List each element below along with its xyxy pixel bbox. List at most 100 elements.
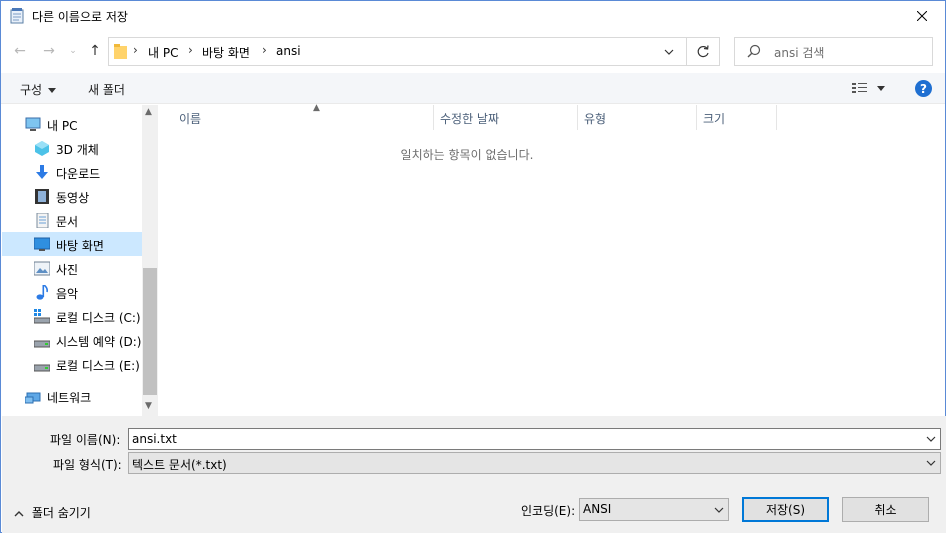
nav-item-label: 다운로드 (56, 167, 101, 181)
back-arrow-icon: ← (14, 43, 26, 59)
breadcrumb-ansi[interactable]: ansi (276, 44, 301, 58)
up-button[interactable]: ↑ (85, 41, 105, 61)
breadcrumb-desktop[interactable]: 바탕 화면 (202, 44, 250, 61)
view-details-icon[interactable] (851, 81, 869, 95)
refresh-button[interactable] (686, 38, 719, 65)
save-form: 파일 이름(N): ansi.txt 파일 형식(T): 텍스트 문서(*.tx… (2, 416, 946, 533)
filetype-label-text: 파일 형식(T): (53, 458, 122, 472)
filetype-select[interactable]: 텍스트 문서(*.txt) (128, 452, 941, 474)
nav-item-drive-c[interactable]: 로컬 디스크 (C:) (2, 304, 142, 328)
empty-message: 일치하는 항목이 없습니다. (400, 148, 534, 162)
nav-item-label: 로컬 디스크 (E:) (56, 359, 140, 373)
music-icon (36, 285, 48, 300)
nav-item-pictures[interactable]: 사진 (2, 256, 142, 280)
chevron-down-icon (664, 49, 674, 55)
nav-scrollbar[interactable]: ▲ ▼ (142, 105, 158, 416)
title-bar: 다른 이름으로 저장 (1, 1, 945, 31)
filename-field[interactable]: ansi.txt (128, 428, 941, 450)
encoding-label-text: 인코딩(E): (521, 504, 576, 518)
command-bar: 구성 새 폴더 (1, 73, 945, 104)
chevron-down-icon (926, 460, 936, 466)
filetype-label: 파일 형식(T): (53, 456, 122, 473)
nav-item-documents[interactable]: 문서 (2, 208, 142, 232)
nav-item-downloads[interactable]: 다운로드 (2, 160, 142, 184)
nav-item-label: 음악 (56, 287, 79, 301)
window-title: 다른 이름으로 저장 (32, 10, 128, 24)
nav-item-network[interactable]: 네트워크 (2, 384, 142, 408)
organize-button[interactable]: 구성 (20, 81, 57, 98)
scroll-down-icon[interactable]: ▼ (145, 401, 152, 411)
navigation-pane: 내 PC 3D 개체 다운로드 동영상 문서 바탕 화면 사진 음악 로컬 디스… (2, 105, 142, 416)
chevron-down-icon: ⌄ (69, 46, 77, 56)
column-header-date[interactable]: 수정한 날짜 (434, 105, 578, 130)
hide-folders-toggle[interactable]: 폴더 숨기기 (14, 504, 91, 521)
nav-item-label: 시스템 예약 (D:) (56, 335, 142, 349)
breadcrumb-pc[interactable]: 내 PC (148, 44, 178, 61)
filetype-value: 텍스트 문서(*.txt) (132, 458, 227, 472)
close-button[interactable] (899, 1, 945, 31)
column-header-size[interactable]: 크기 (697, 105, 777, 130)
nav-item-drive-d[interactable]: 시스템 예약 (D:) (2, 328, 142, 352)
recent-locations-button[interactable]: ⌄ (63, 41, 83, 61)
cancel-button[interactable]: 취소 (842, 497, 929, 522)
help-button[interactable]: ? (915, 80, 932, 97)
pc-icon (25, 117, 41, 131)
3d-objects-icon (35, 141, 49, 156)
column-header-label: 수정한 날짜 (440, 112, 500, 126)
nav-item-music[interactable]: 음악 (2, 280, 142, 304)
search-input[interactable]: ansi 검색 (774, 44, 824, 61)
nav-item-label: 네트워크 (47, 391, 92, 405)
nav-item-videos[interactable]: 동영상 (2, 184, 142, 208)
breadcrumb-separator-icon: › (188, 43, 193, 57)
desktop-icon (34, 237, 50, 251)
chevron-down-icon (48, 88, 57, 93)
nav-item-this-pc[interactable]: 내 PC (2, 112, 142, 136)
chevron-up-icon (14, 510, 24, 516)
nav-item-label: 사진 (56, 263, 79, 277)
save-button[interactable]: 저장(S) (742, 497, 829, 522)
column-header-label: 이름 (179, 112, 202, 126)
video-icon (35, 189, 49, 204)
nav-item-label: 3D 개체 (56, 143, 99, 157)
view-options-dropdown[interactable] (877, 86, 885, 91)
pictures-icon (34, 261, 50, 276)
address-bar[interactable]: › 내 PC › 바탕 화면 › ansi (108, 37, 720, 66)
save-as-dialog: 다른 이름으로 저장 ← → ⌄ ↑ › 내 PC › 바탕 화면 › ansi (0, 0, 946, 533)
organize-label: 구성 (20, 83, 43, 97)
notepad-icon (10, 8, 24, 24)
encoding-label: 인코딩(E): (521, 502, 575, 519)
column-header-label: 유형 (584, 112, 607, 126)
filename-label: 파일 이름(N): (50, 431, 120, 448)
forward-arrow-icon: → (43, 43, 55, 59)
file-list[interactable]: 이름 ▲ 수정한 날짜 유형 크기 일치하는 항목이 없습니다. (159, 103, 945, 416)
nav-item-label: 로컬 디스크 (C:) (56, 311, 141, 325)
filename-value[interactable]: ansi.txt (132, 432, 177, 446)
up-arrow-icon: ↑ (89, 43, 101, 59)
address-dropdown-button[interactable] (657, 38, 681, 65)
chevron-down-icon (714, 507, 724, 513)
search-box[interactable]: ansi 검색 (734, 37, 933, 66)
nav-item-desktop[interactable]: 바탕 화면 (2, 232, 142, 256)
drive-e-icon (34, 364, 50, 372)
nav-item-label: 문서 (56, 215, 79, 229)
search-icon (747, 44, 761, 58)
sort-ascending-icon: ▲ (313, 103, 320, 113)
nav-item-3d-objects[interactable]: 3D 개체 (2, 136, 142, 160)
hide-folders-label: 폴더 숨기기 (31, 506, 91, 520)
new-folder-button[interactable]: 새 폴더 (88, 81, 125, 98)
drive-c-icon (34, 309, 50, 324)
back-button[interactable]: ← (10, 41, 30, 61)
chevron-down-icon[interactable] (926, 432, 936, 446)
nav-item-label: 바탕 화면 (56, 239, 104, 253)
column-header-name[interactable]: 이름 ▲ (173, 103, 434, 130)
drive-d-icon (34, 340, 50, 348)
close-icon (917, 11, 927, 21)
scroll-up-icon[interactable]: ▲ (145, 107, 152, 117)
forward-button[interactable]: → (39, 41, 59, 61)
encoding-select[interactable]: ANSI (579, 498, 729, 521)
nav-item-drive-e[interactable]: 로컬 디스크 (E:) (2, 352, 142, 376)
nav-item-label: 내 PC (47, 119, 78, 133)
column-header-type[interactable]: 유형 (578, 105, 697, 130)
document-icon (36, 213, 49, 228)
scrollbar-thumb[interactable] (143, 268, 157, 395)
